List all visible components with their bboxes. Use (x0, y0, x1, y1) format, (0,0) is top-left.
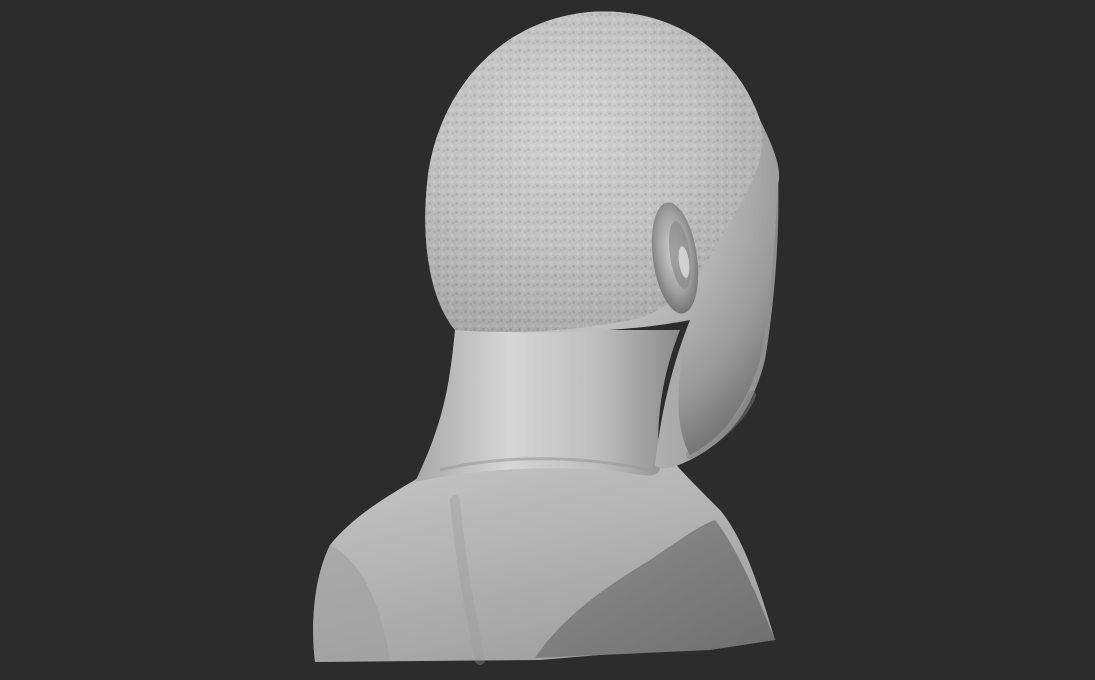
bust-render (0, 0, 1095, 680)
viewport (0, 0, 1095, 680)
